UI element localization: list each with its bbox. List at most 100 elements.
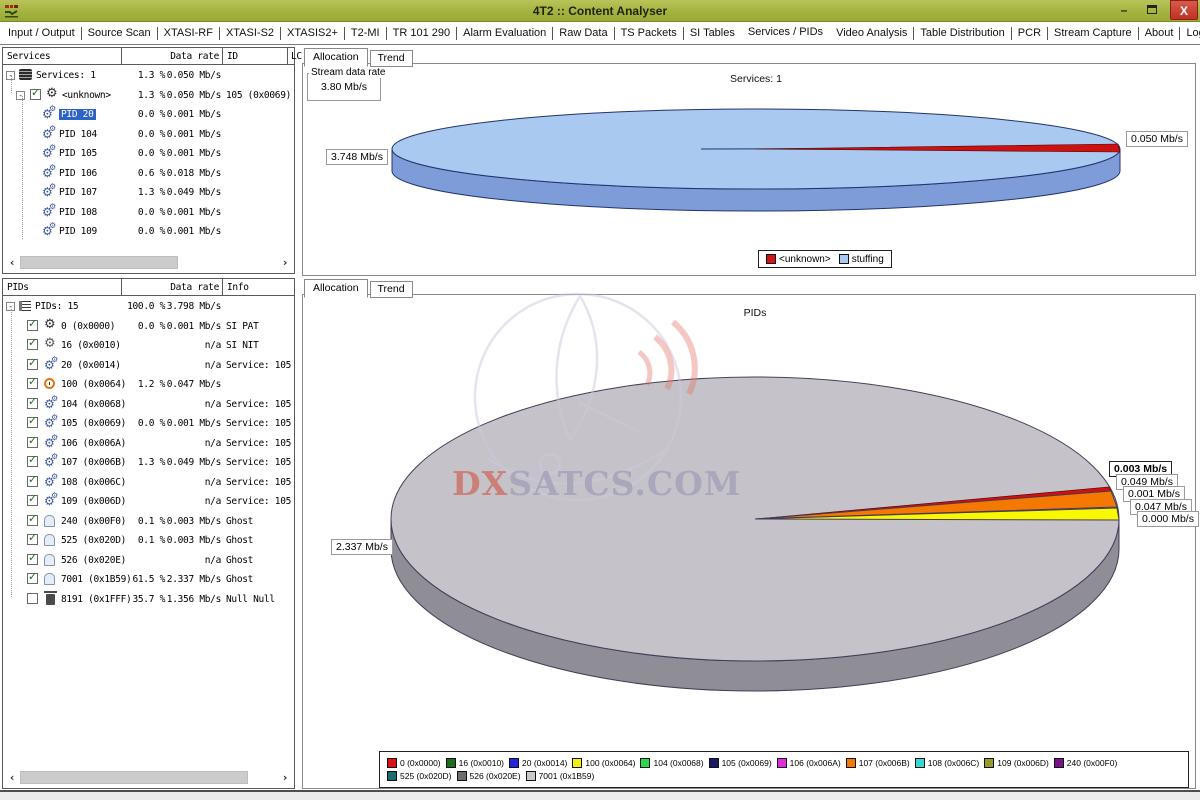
tree-item-label[interactable]: 106 (0x006A) [61,438,126,449]
tree-checkbox[interactable] [27,320,38,331]
menu-tab-xtasis2[interactable]: XTASIS2+ [281,27,344,39]
tree-item-label[interactable]: 109 (0x006D) [61,496,126,507]
menu-tab-raw-data[interactable]: Raw Data [553,27,613,39]
tree-item-label[interactable]: 16 (0x0010) [61,340,121,351]
menu-tab-about[interactable]: About [1139,27,1180,39]
col-lc[interactable]: LC [291,51,302,62]
scroll-right-icon[interactable]: › [279,770,291,785]
pid-tree-row[interactable]: 0 (0x0000)0.0 %0.001 Mb/sSI PAT [3,317,294,336]
tree-item-label[interactable]: 108 (0x006C) [61,477,126,488]
service-tree-row[interactable]: PID 1040.0 %0.001 Mb/s [3,125,294,144]
pid-tree-row[interactable]: 526 (0x020E)n/aGhost [3,551,294,570]
tree-item-label[interactable]: PID 107 [59,187,97,198]
pid-tree-row[interactable]: 240 (0x00F0)0.1 %0.003 Mb/sGhost [3,512,294,531]
tree-checkbox[interactable] [27,417,38,428]
col-services[interactable]: Services [7,51,50,62]
menu-tab-tr-101-290[interactable]: TR 101 290 [387,27,456,39]
menu-tab-input-output[interactable]: Input / Output [2,27,81,39]
service-tree-row[interactable]: PID 1090.0 %0.001 Mb/s [3,222,294,241]
maximize-button[interactable] [1140,0,1164,20]
service-tree-row[interactable]: PID 200.0 %0.001 Mb/s [3,105,294,124]
tree-item-label[interactable]: PID 104 [59,129,97,140]
pid-tree-row[interactable]: 104 (0x0068)n/aService: 105 (0x [3,395,294,414]
tree-item-label[interactable]: PID 108 [59,207,97,218]
tree-item-label[interactable]: PID 20 [59,109,96,120]
tree-item-label[interactable]: PID 109 [59,226,97,237]
menu-tab-xtasi-s2[interactable]: XTASI-S2 [220,27,280,39]
menu-tab-source-scan[interactable]: Source Scan [82,27,157,39]
tree-checkbox[interactable] [27,398,38,409]
tree-item-label[interactable]: 104 (0x0068) [61,399,126,410]
services-hscrollbar[interactable]: ‹ › [6,255,291,270]
close-button[interactable]: X [1170,0,1198,20]
pid-tree-row[interactable]: 8191 (0x1FFF)35.7 %1.356 Mb/sNull Null [3,590,294,609]
service-tree-row[interactable]: PID 1060.6 %0.018 Mb/s [3,164,294,183]
col-data-rate[interactable]: Data rate [123,51,219,62]
pid-tree-row[interactable]: 525 (0x020D)0.1 %0.003 Mb/sGhost [3,531,294,550]
tree-checkbox[interactable] [27,495,38,506]
menu-tab-pcr[interactable]: PCR [1012,27,1047,39]
tree-checkbox[interactable] [27,339,38,350]
service-tree-row[interactable]: -<unknown>1.3 %0.050 Mb/s105 (0x0069) [3,86,294,105]
scroll-left-icon[interactable]: ‹ [6,770,18,785]
col-info[interactable]: Info [227,282,249,293]
tree-item-label[interactable]: PID 106 [59,168,97,179]
pid-tree-row[interactable]: 105 (0x0069)0.0 %0.001 Mb/sService: 105 … [3,414,294,433]
tree-checkbox[interactable] [27,378,38,389]
pids-hscrollbar[interactable]: ‹ › [6,770,291,785]
menu-tab-log[interactable]: Log [1180,27,1200,39]
tree-item-label[interactable]: 20 (0x0014) [61,360,121,371]
tree-item-label[interactable]: PIDs: 15 [35,301,78,312]
service-tree-row[interactable]: PID 1080.0 %0.001 Mb/s [3,203,294,222]
pid-tree-row[interactable]: 16 (0x0010)n/aSI NIT [3,336,294,355]
tab-allocation[interactable]: Allocation [304,48,368,67]
tab-allocation[interactable]: Allocation [304,279,368,298]
tab-trend[interactable]: Trend [370,50,413,67]
tree-item-label[interactable]: PID 105 [59,148,97,159]
pid-tree-row[interactable]: 7001 (0x1B59)61.5 %2.337 Mb/sGhost [3,570,294,589]
tree-checkbox[interactable] [27,437,38,448]
scroll-thumb[interactable] [20,256,178,269]
tree-item-label[interactable]: 0 (0x0000) [61,321,115,332]
tree-expander-icon[interactable]: - [16,91,25,100]
service-tree-row[interactable]: -Services: 11.3 %0.050 Mb/s [3,66,294,85]
minimize-button[interactable]: – [1112,0,1136,20]
menu-tab-video-analysis[interactable]: Video Analysis [830,27,913,39]
tree-checkbox[interactable] [27,554,38,565]
pid-tree-row[interactable]: -PIDs: 15100.0 %3.798 Mb/s [3,297,294,316]
tab-trend[interactable]: Trend [370,281,413,298]
scroll-right-icon[interactable]: › [279,255,291,270]
service-tree-row[interactable]: PID 1050.0 %0.001 Mb/s [3,144,294,163]
tree-checkbox[interactable] [27,515,38,526]
service-tree-row[interactable]: PID 1071.3 %0.049 Mb/s [3,183,294,202]
tree-item-label[interactable]: Services: 1 [36,70,96,81]
pid-tree-row[interactable]: 109 (0x006D)n/aService: 105 (0x [3,492,294,511]
col-pids[interactable]: PIDs [7,282,29,293]
col-data-rate[interactable]: Data rate [123,282,219,293]
tree-checkbox[interactable] [27,456,38,467]
menu-tab-si-tables[interactable]: SI Tables [684,27,741,39]
menu-tab-alarm-evaluation[interactable]: Alarm Evaluation [457,27,552,39]
menu-tab-ts-packets[interactable]: TS Packets [615,27,683,39]
scroll-left-icon[interactable]: ‹ [6,255,18,270]
menu-tab-services-pids[interactable]: Services / PIDs [742,26,829,38]
col-id[interactable]: ID [227,51,238,62]
scroll-thumb[interactable] [20,771,248,784]
tree-checkbox[interactable] [27,573,38,584]
pid-tree-row[interactable]: 108 (0x006C)n/aService: 105 (0x [3,473,294,492]
tree-checkbox[interactable] [27,534,38,545]
pid-tree-row[interactable]: 107 (0x006B)1.3 %0.049 Mb/sService: 105 … [3,453,294,472]
tree-checkbox[interactable] [27,359,38,370]
tree-checkbox[interactable] [30,89,41,100]
tree-checkbox[interactable] [27,476,38,487]
menu-tab-xtasi-rf[interactable]: XTASI-RF [158,27,219,39]
pid-tree-row[interactable]: 20 (0x0014)n/aService: 105 (0x [3,356,294,375]
pid-tree-row[interactable]: 106 (0x006A)n/aService: 105 (0x [3,434,294,453]
menu-tab-table-distribution[interactable]: Table Distribution [914,27,1010,39]
tree-checkbox[interactable] [27,593,38,604]
pid-tree-row[interactable]: 100 (0x0064)1.2 %0.047 Mb/s [3,375,294,394]
tree-item-label[interactable]: 526 (0x020E) [61,555,126,566]
menu-tab-stream-capture[interactable]: Stream Capture [1048,27,1138,39]
menu-tab-t2-mi[interactable]: T2-MI [345,27,386,39]
tree-item-label[interactable]: <unknown> [62,90,111,101]
